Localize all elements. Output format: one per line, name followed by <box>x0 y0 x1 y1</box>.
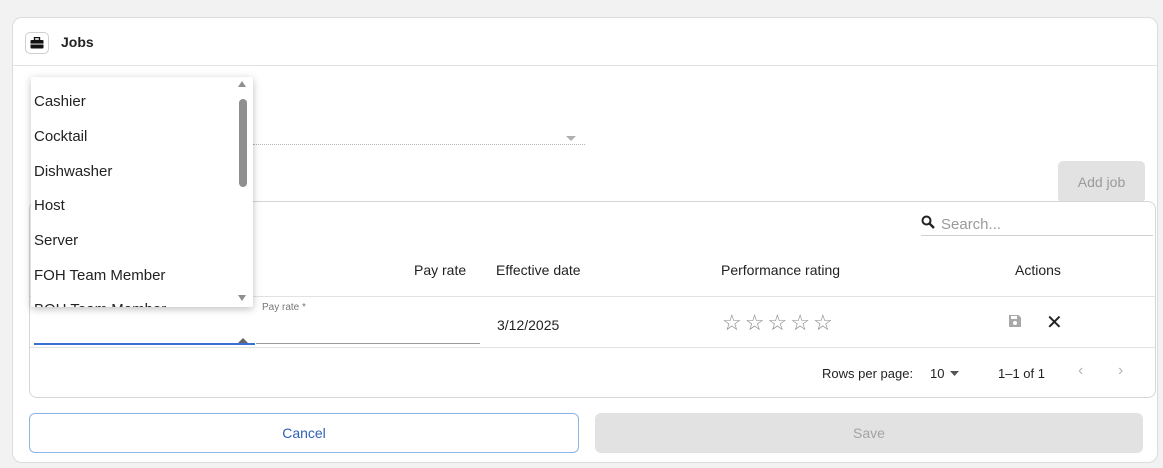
star-icon[interactable]: ☆ <box>790 310 810 336</box>
row-divider <box>30 347 1155 348</box>
save-button[interactable]: Save <box>595 413 1143 453</box>
rows-per-page-select[interactable]: 10 <box>930 366 960 381</box>
chevron-left-icon[interactable]: ‹ <box>1078 362 1083 380</box>
save-icon[interactable] <box>1008 314 1022 333</box>
column-header-actions: Actions <box>1015 262 1061 278</box>
scroll-up-icon[interactable] <box>238 81 246 87</box>
job-role-input[interactable] <box>34 343 255 345</box>
dropdown-option-cashier[interactable]: Cashier <box>34 85 234 119</box>
pagination-range: 1–1 of 1 <box>998 366 1045 381</box>
chevron-down-icon[interactable] <box>950 371 960 376</box>
search-input[interactable] <box>941 216 1141 233</box>
briefcase-icon <box>25 32 49 54</box>
pay-rate-field-label: Pay rate * <box>262 302 306 313</box>
job-role-dropdown[interactable]: Cashier Cocktail Dishwasher Host Server … <box>31 77 253 307</box>
column-header-effective-date[interactable]: Effective date <box>496 262 581 278</box>
cancel-button[interactable]: Cancel <box>29 413 579 453</box>
rows-per-page-value[interactable]: 10 <box>930 366 944 381</box>
star-icon[interactable]: ☆ <box>813 310 833 336</box>
star-icon[interactable]: ☆ <box>745 310 765 336</box>
star-icon[interactable]: ☆ <box>767 310 787 336</box>
job-role-select-underline[interactable] <box>253 144 585 145</box>
search-bar[interactable] <box>921 214 1153 236</box>
column-header-pay-rate[interactable]: Pay rate <box>414 262 466 278</box>
close-icon[interactable]: ✕ <box>1046 310 1063 335</box>
performance-rating[interactable]: ☆ ☆ ☆ ☆ ☆ <box>722 310 833 336</box>
card-header: Jobs <box>13 18 1157 66</box>
scroll-down-icon[interactable] <box>238 295 246 301</box>
add-job-button[interactable]: Add job <box>1058 161 1145 203</box>
dropdown-scrollbar[interactable] <box>236 77 248 307</box>
star-icon[interactable]: ☆ <box>722 310 742 336</box>
scrollbar-thumb[interactable] <box>239 99 247 187</box>
dropdown-option-foh-team-member[interactable]: FOH Team Member <box>34 259 234 293</box>
dropdown-option-host[interactable]: Host <box>34 189 234 223</box>
page-title: Jobs <box>61 34 94 50</box>
dropdown-option-dishwasher[interactable]: Dishwasher <box>34 155 234 189</box>
chevron-right-icon[interactable]: › <box>1118 362 1123 380</box>
dropdown-option-server[interactable]: Server <box>34 224 234 258</box>
pay-rate-input[interactable] <box>256 343 480 344</box>
search-icon <box>921 215 935 234</box>
effective-date-value[interactable]: 3/12/2025 <box>497 317 559 333</box>
dropdown-option-boh-team-member[interactable]: BOH Team Member <box>34 293 234 307</box>
chevron-down-icon[interactable] <box>566 129 576 147</box>
dropdown-option-cocktail[interactable]: Cocktail <box>34 120 234 154</box>
chevron-up-icon[interactable] <box>238 330 248 348</box>
column-header-performance-rating[interactable]: Performance rating <box>721 262 840 278</box>
rows-per-page-label: Rows per page: <box>822 366 914 381</box>
